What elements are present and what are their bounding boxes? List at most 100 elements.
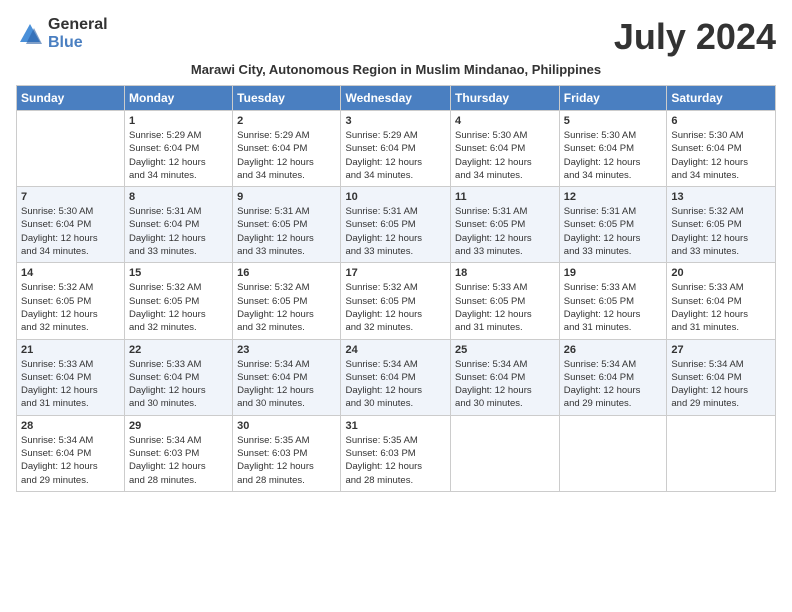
day-number: 4	[455, 115, 555, 127]
column-header-sunday: Sunday	[17, 86, 125, 111]
column-header-monday: Monday	[125, 86, 233, 111]
column-header-tuesday: Tuesday	[233, 86, 341, 111]
day-number: 31	[345, 420, 446, 432]
day-info: Sunrise: 5:32 AM Sunset: 6:05 PM Dayligh…	[237, 281, 336, 334]
calendar-cell: 20 Sunrise: 5:33 AM Sunset: 6:04 PM Dayli…	[667, 263, 776, 339]
day-number: 28	[21, 420, 120, 432]
day-info: Sunrise: 5:34 AM Sunset: 6:04 PM Dayligh…	[21, 434, 120, 487]
day-number: 29	[129, 420, 228, 432]
calendar-cell: 18Sunrise: 5:33 AM Sunset: 6:05 PM Dayli…	[451, 263, 560, 339]
day-info: Sunrise: 5:35 AM Sunset: 6:03 PM Dayligh…	[237, 434, 336, 487]
week-row-2: 7Sunrise: 5:30 AM Sunset: 6:04 PM Daylig…	[17, 187, 776, 263]
column-header-friday: Friday	[559, 86, 667, 111]
day-number: 2	[237, 115, 336, 127]
calendar-cell: 28 Sunrise: 5:34 AM Sunset: 6:04 PM Dayli…	[17, 415, 125, 491]
day-info: Sunrise: 5:33 AM Sunset: 6:05 PM Dayligh…	[564, 281, 663, 334]
day-number: 23	[237, 344, 336, 356]
calendar-cell: 2Sunrise: 5:29 AM Sunset: 6:04 PM Daylig…	[233, 111, 341, 187]
day-number: 10	[345, 191, 446, 203]
day-number: 5	[564, 115, 663, 127]
day-number: 18	[455, 267, 555, 279]
logo: General Blue	[16, 16, 108, 51]
calendar-cell: 3 Sunrise: 5:29 AM Sunset: 6:04 PM Daylig…	[341, 111, 451, 187]
day-info: Sunrise: 5:31 AM Sunset: 6:05 PM Dayligh…	[237, 205, 336, 258]
day-number: 12	[564, 191, 663, 203]
calendar-cell: 30 Sunrise: 5:35 AM Sunset: 6:03 PM Dayli…	[233, 415, 341, 491]
calendar-cell: 16Sunrise: 5:32 AM Sunset: 6:05 PM Dayli…	[233, 263, 341, 339]
day-info: Sunrise: 5:31 AM Sunset: 6:05 PM Dayligh…	[345, 205, 446, 258]
day-number: 25	[455, 344, 555, 356]
calendar-cell: 24 Sunrise: 5:34 AM Sunset: 6:04 PM Dayli…	[341, 339, 451, 415]
day-info: Sunrise: 5:29 AM Sunset: 6:04 PM Dayligh…	[129, 129, 228, 182]
column-header-thursday: Thursday	[451, 86, 560, 111]
calendar-cell: 31 Sunrise: 5:35 AM Sunset: 6:03 PM Dayli…	[341, 415, 451, 491]
header: General Blue July 2024	[16, 16, 776, 58]
calendar-cell: 15Sunrise: 5:32 AM Sunset: 6:05 PM Dayli…	[125, 263, 233, 339]
day-number: 8	[129, 191, 228, 203]
day-number: 21	[21, 344, 120, 356]
day-number: 9	[237, 191, 336, 203]
calendar-cell: 26Sunrise: 5:34 AM Sunset: 6:04 PM Dayli…	[559, 339, 667, 415]
logo-general: General	[48, 16, 108, 34]
calendar-cell: 11 Sunrise: 5:31 AM Sunset: 6:05 PM Dayli…	[451, 187, 560, 263]
day-number: 27	[671, 344, 771, 356]
day-info: Sunrise: 5:30 AM Sunset: 6:04 PM Dayligh…	[455, 129, 555, 182]
calendar-cell: 17 Sunrise: 5:32 AM Sunset: 6:05 PM Dayli…	[341, 263, 451, 339]
calendar-cell	[451, 415, 560, 491]
calendar-cell: 6Sunrise: 5:30 AM Sunset: 6:04 PM Daylig…	[667, 111, 776, 187]
calendar-cell: 27 Sunrise: 5:34 AM Sunset: 6:04 PM Dayli…	[667, 339, 776, 415]
day-info: Sunrise: 5:30 AM Sunset: 6:04 PM Dayligh…	[564, 129, 663, 182]
day-info: Sunrise: 5:33 AM Sunset: 6:04 PM Dayligh…	[129, 358, 228, 411]
week-row-4: 21 Sunrise: 5:33 AM Sunset: 6:04 PM Dayli…	[17, 339, 776, 415]
day-info: Sunrise: 5:33 AM Sunset: 6:04 PM Dayligh…	[671, 281, 771, 334]
week-row-1: 1 Sunrise: 5:29 AM Sunset: 6:04 PM Daylig…	[17, 111, 776, 187]
day-info: Sunrise: 5:29 AM Sunset: 6:04 PM Dayligh…	[345, 129, 446, 182]
calendar-cell: 25 Sunrise: 5:34 AM Sunset: 6:04 PM Dayli…	[451, 339, 560, 415]
calendar-cell: 10 Sunrise: 5:31 AM Sunset: 6:05 PM Dayli…	[341, 187, 451, 263]
calendar-cell: 8Sunrise: 5:31 AM Sunset: 6:04 PM Daylig…	[125, 187, 233, 263]
day-number: 14	[21, 267, 120, 279]
week-row-3: 14 Sunrise: 5:32 AM Sunset: 6:05 PM Dayli…	[17, 263, 776, 339]
subtitle: Marawi City, Autonomous Region in Muslim…	[16, 62, 776, 77]
logo-blue: Blue	[48, 34, 108, 52]
day-info: Sunrise: 5:31 AM Sunset: 6:05 PM Dayligh…	[564, 205, 663, 258]
day-info: Sunrise: 5:30 AM Sunset: 6:04 PM Dayligh…	[671, 129, 771, 182]
day-number: 22	[129, 344, 228, 356]
calendar-cell: 1 Sunrise: 5:29 AM Sunset: 6:04 PM Daylig…	[125, 111, 233, 187]
day-number: 13	[671, 191, 771, 203]
day-info: Sunrise: 5:34 AM Sunset: 6:04 PM Dayligh…	[564, 358, 663, 411]
day-number: 19	[564, 267, 663, 279]
day-info: Sunrise: 5:34 AM Sunset: 6:04 PM Dayligh…	[455, 358, 555, 411]
month-title: July 2024	[614, 16, 776, 58]
day-number: 20	[671, 267, 771, 279]
day-number: 1	[129, 115, 228, 127]
calendar-cell	[667, 415, 776, 491]
day-info: Sunrise: 5:32 AM Sunset: 6:05 PM Dayligh…	[345, 281, 446, 334]
day-number: 30	[237, 420, 336, 432]
column-header-saturday: Saturday	[667, 86, 776, 111]
day-number: 15	[129, 267, 228, 279]
day-info: Sunrise: 5:34 AM Sunset: 6:04 PM Dayligh…	[237, 358, 336, 411]
day-number: 3	[345, 115, 446, 127]
calendar-table: SundayMondayTuesdayWednesdayThursdayFrid…	[16, 85, 776, 492]
day-info: Sunrise: 5:35 AM Sunset: 6:03 PM Dayligh…	[345, 434, 446, 487]
calendar-cell: 13Sunrise: 5:32 AM Sunset: 6:05 PM Dayli…	[667, 187, 776, 263]
calendar-cell	[559, 415, 667, 491]
day-info: Sunrise: 5:34 AM Sunset: 6:04 PM Dayligh…	[345, 358, 446, 411]
day-number: 17	[345, 267, 446, 279]
day-number: 11	[455, 191, 555, 203]
calendar-cell: 12 Sunrise: 5:31 AM Sunset: 6:05 PM Dayli…	[559, 187, 667, 263]
calendar-body: 1 Sunrise: 5:29 AM Sunset: 6:04 PM Daylig…	[17, 111, 776, 492]
logo-icon	[16, 20, 44, 48]
column-header-wednesday: Wednesday	[341, 86, 451, 111]
day-info: Sunrise: 5:32 AM Sunset: 6:05 PM Dayligh…	[21, 281, 120, 334]
day-info: Sunrise: 5:31 AM Sunset: 6:05 PM Dayligh…	[455, 205, 555, 258]
day-number: 24	[345, 344, 446, 356]
calendar-cell: 14 Sunrise: 5:32 AM Sunset: 6:05 PM Dayli…	[17, 263, 125, 339]
day-info: Sunrise: 5:33 AM Sunset: 6:04 PM Dayligh…	[21, 358, 120, 411]
day-info: Sunrise: 5:30 AM Sunset: 6:04 PM Dayligh…	[21, 205, 120, 258]
day-info: Sunrise: 5:34 AM Sunset: 6:03 PM Dayligh…	[129, 434, 228, 487]
calendar-cell: 4 Sunrise: 5:30 AM Sunset: 6:04 PM Daylig…	[451, 111, 560, 187]
calendar-cell: 29 Sunrise: 5:34 AM Sunset: 6:03 PM Dayli…	[125, 415, 233, 491]
day-info: Sunrise: 5:34 AM Sunset: 6:04 PM Dayligh…	[671, 358, 771, 411]
